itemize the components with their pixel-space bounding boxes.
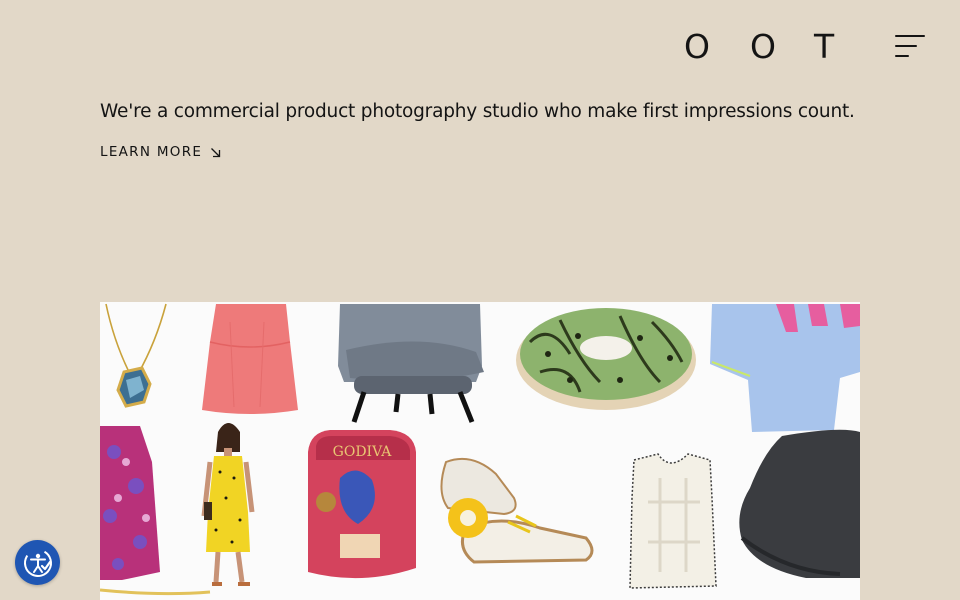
site-logo[interactable]: O O T	[684, 30, 836, 64]
logo-letter-3: T	[814, 27, 835, 66]
knit-vest-product	[629, 453, 717, 589]
logo-letter-1: O	[684, 27, 710, 66]
green-donut-product	[516, 308, 696, 410]
learn-more-link[interactable]: LEARN MORE	[100, 143, 221, 161]
learn-more-label: LEARN MORE	[100, 144, 203, 160]
hero-tagline: We're a commercial product photography s…	[100, 101, 855, 122]
arrow-down-right-icon	[211, 147, 221, 157]
accessibility-button[interactable]	[15, 540, 60, 585]
hamburger-menu-icon[interactable]	[892, 32, 928, 62]
pink-dress-product	[202, 304, 298, 414]
logo-letter-2: O	[750, 27, 776, 66]
godiva-box-text: GODIVA	[333, 444, 393, 460]
godiva-chocolate-box-product: GODIVA	[308, 430, 416, 579]
yellow-flower	[448, 498, 488, 538]
product-collage-image: GODIVA	[100, 302, 860, 600]
accessibility-icon	[23, 548, 52, 577]
